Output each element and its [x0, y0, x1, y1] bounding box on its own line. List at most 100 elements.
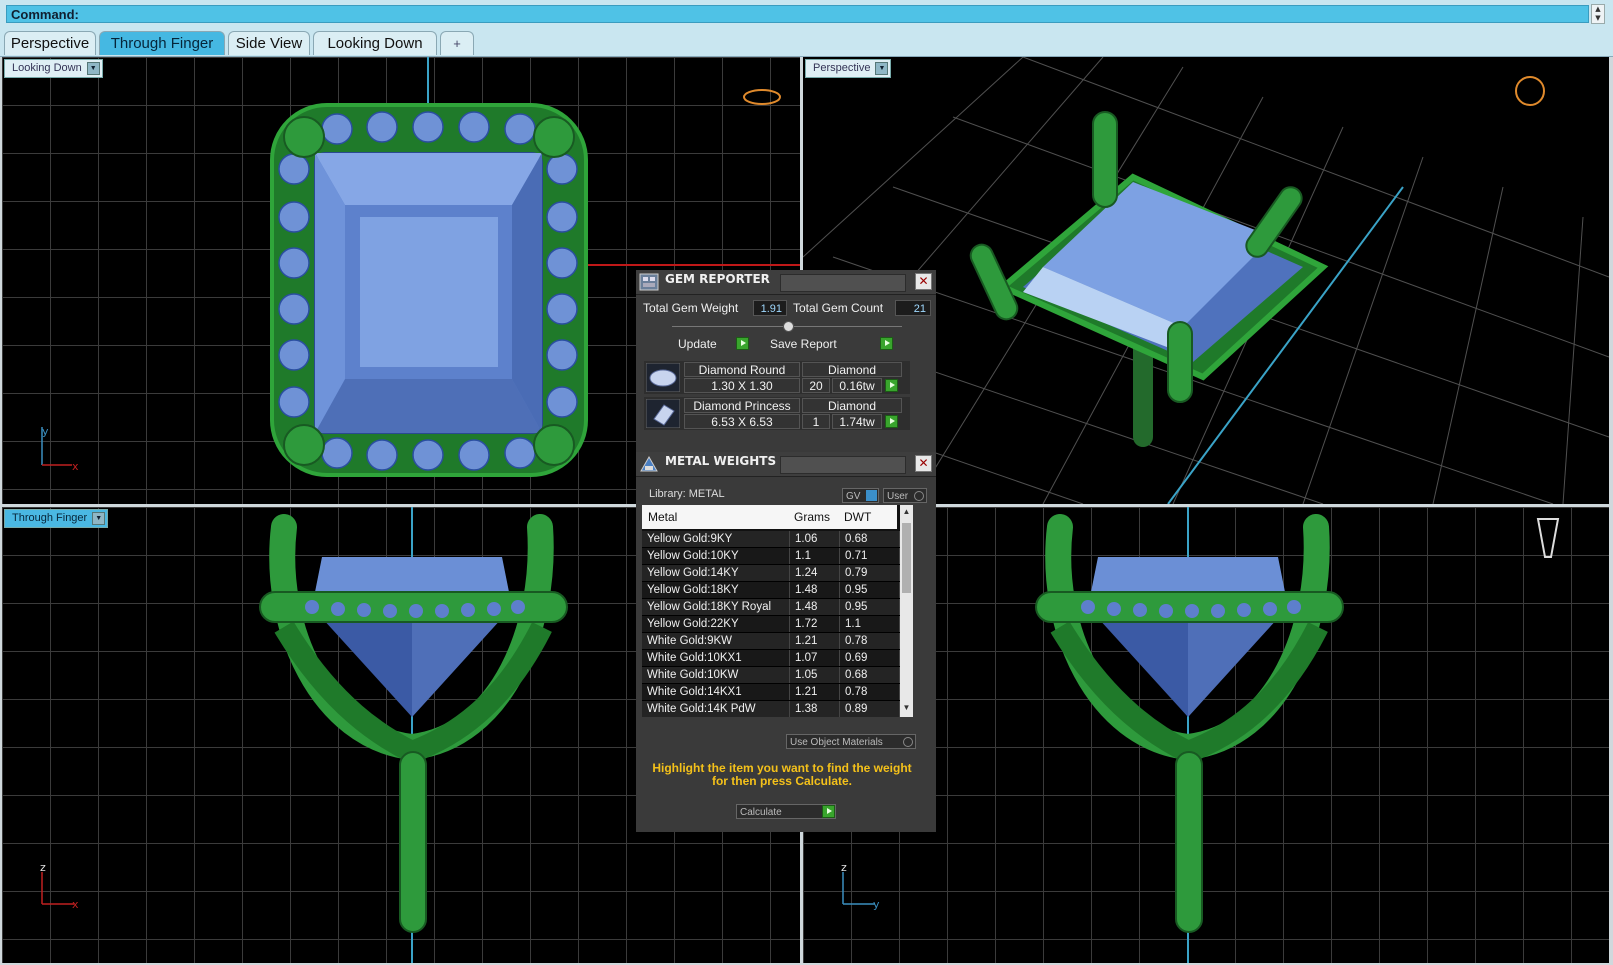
cell-grams: 1.07: [790, 650, 840, 666]
table-row[interactable]: Yellow Gold:14KY 1.24 0.79: [642, 565, 906, 582]
command-bar: Command: ▲ ▼: [0, 0, 1613, 28]
round-diamond-icon: [646, 363, 680, 392]
user-toggle[interactable]: User: [883, 488, 927, 503]
viewport-tab-bar: Perspective Through Finger Side View Loo…: [0, 28, 1613, 57]
library-label: Library: METAL: [649, 488, 725, 500]
command-label: Command:: [11, 7, 79, 22]
viewport-view-selector[interactable]: Through Finger ▼: [4, 509, 109, 528]
close-icon[interactable]: ✕: [915, 273, 932, 290]
cell-metal: Yellow Gold:18KY Royal: [642, 599, 790, 615]
gv-toggle[interactable]: GV: [842, 488, 879, 503]
viewport-view-selector[interactable]: Perspective ▼: [805, 59, 892, 78]
table-row[interactable]: White Gold:14KX1 1.21 0.78: [642, 684, 906, 701]
user-label: User: [887, 491, 909, 502]
cell-dwt: 0.79: [840, 565, 900, 581]
cell-grams: 1.48: [790, 582, 840, 598]
column-header-dwt[interactable]: DWT: [844, 505, 871, 529]
total-gem-weight-value: 1.91: [753, 300, 787, 316]
gv-indicator: [866, 490, 877, 501]
column-header-metal[interactable]: Metal: [648, 505, 677, 529]
save-report-go-icon[interactable]: [880, 337, 893, 350]
close-icon[interactable]: ✕: [915, 455, 932, 472]
gem-material: Diamond: [802, 362, 902, 377]
gem-reporter-titlebar[interactable]: GEM REPORTER ✕: [636, 270, 936, 295]
scroll-up-icon[interactable]: ▲: [902, 507, 911, 517]
gem-name: Diamond Round: [684, 362, 800, 377]
gem-go-icon[interactable]: [885, 415, 898, 428]
axis-z-label: z: [40, 861, 46, 874]
calculate-button[interactable]: Calculate: [736, 804, 836, 819]
table-row[interactable]: White Gold:10KW 1.05 0.68: [642, 667, 906, 684]
cell-metal: White Gold:14K PdW: [642, 701, 790, 717]
cell-dwt: 0.95: [840, 582, 900, 598]
axis-x-label: x: [72, 898, 79, 911]
gem-size: 1.30 X 1.30: [684, 378, 800, 393]
metal-weights-icon: [640, 455, 658, 472]
use-object-materials-toggle[interactable]: Use Object Materials: [786, 734, 916, 749]
splitter-handle[interactable]: [783, 321, 794, 332]
metal-weights-panel: METAL WEIGHTS ✕ Library: METAL GV User M…: [636, 452, 936, 832]
cell-grams: 1.1: [790, 548, 840, 564]
table-row[interactable]: Yellow Gold:10KY 1.1 0.71: [642, 548, 906, 565]
chevron-down-icon[interactable]: ▼: [86, 62, 100, 75]
table-row[interactable]: Yellow Gold:9KY 1.06 0.68: [642, 531, 906, 548]
gem-go-icon[interactable]: [885, 379, 898, 392]
cell-metal: Yellow Gold:9KY: [642, 531, 790, 547]
metal-weights-titlebar[interactable]: METAL WEIGHTS ✕: [636, 452, 936, 477]
calculate-label: Calculate: [740, 807, 782, 818]
chevron-down-icon[interactable]: ▼: [875, 62, 889, 75]
table-row[interactable]: White Gold:9KW 1.21 0.78: [642, 633, 906, 650]
update-button[interactable]: Update: [678, 335, 717, 353]
cell-metal: White Gold:14KX1: [642, 684, 790, 700]
total-gem-count-label: Total Gem Count: [793, 301, 884, 315]
table-row[interactable]: Yellow Gold:18KY 1.48 0.95: [642, 582, 906, 599]
viewport-label: Perspective: [813, 62, 871, 74]
add-tab-button[interactable]: +: [440, 31, 474, 55]
cell-grams: 1.21: [790, 684, 840, 700]
gem-size: 6.53 X 6.53: [684, 414, 800, 429]
cell-dwt: 0.89: [840, 701, 900, 717]
gem-list-item[interactable]: Diamond Princess Diamond 6.53 X 6.53 1 1…: [644, 397, 910, 430]
axis-x-label: x: [72, 460, 79, 473]
viewport-label: Through Finger: [12, 512, 88, 524]
cell-grams: 1.05: [790, 667, 840, 683]
gem-reporter-panel: GEM REPORTER ✕ Total Gem Weight 1.91 Tot…: [636, 270, 936, 455]
gem-reporter-icon: [639, 273, 659, 291]
axis-y-label: y: [873, 898, 880, 911]
command-scroll-spinner[interactable]: ▲ ▼: [1591, 4, 1605, 24]
cell-dwt: 0.78: [840, 633, 900, 649]
cell-dwt: 0.71: [840, 548, 900, 564]
titlebar-drag-area[interactable]: [780, 274, 906, 292]
column-header-grams[interactable]: Grams: [794, 505, 830, 529]
update-go-icon[interactable]: [736, 337, 749, 350]
table-row[interactable]: Yellow Gold:18KY Royal 1.48 0.95: [642, 599, 906, 616]
chevron-down-icon[interactable]: ▼: [92, 512, 106, 525]
scroll-down-icon[interactable]: ▼: [902, 703, 911, 713]
cell-metal: Yellow Gold:14KY: [642, 565, 790, 581]
gem-count: 20: [802, 378, 830, 393]
princess-diamond-icon: [646, 399, 680, 428]
gv-label: GV: [846, 491, 861, 502]
table-row[interactable]: White Gold:10KX1 1.07 0.69: [642, 650, 906, 667]
table-row[interactable]: Yellow Gold:22KY 1.72 1.1: [642, 616, 906, 633]
table-row[interactable]: White Gold:14K PdW 1.38 0.89: [642, 701, 906, 717]
scroll-thumb[interactable]: [902, 523, 911, 593]
save-report-button[interactable]: Save Report: [770, 335, 837, 353]
gem-list-item[interactable]: Diamond Round Diamond 1.30 X 1.30 20 0.1…: [644, 361, 910, 394]
cell-metal: White Gold:10KX1: [642, 650, 790, 666]
calculate-go-icon[interactable]: [822, 805, 835, 818]
command-input[interactable]: Command:: [6, 5, 1589, 23]
instruction-line-2: for then press Calculate.: [711, 774, 853, 788]
tab-side-view[interactable]: Side View: [228, 31, 310, 55]
tab-through-finger[interactable]: Through Finger: [99, 31, 225, 55]
tab-perspective[interactable]: Perspective: [4, 31, 96, 55]
tab-looking-down[interactable]: Looking Down: [313, 31, 437, 55]
gem-reporter-title: GEM REPORTER: [665, 272, 770, 286]
titlebar-drag-area[interactable]: [780, 456, 906, 474]
cell-metal: Yellow Gold:22KY: [642, 616, 790, 632]
cell-grams: 1.21: [790, 633, 840, 649]
cell-metal: White Gold:9KW: [642, 633, 790, 649]
table-scrollbar[interactable]: ▲ ▼: [900, 505, 913, 717]
viewport-view-selector[interactable]: Looking Down ▼: [4, 59, 103, 78]
table-header: Metal Grams DWT: [642, 505, 897, 529]
